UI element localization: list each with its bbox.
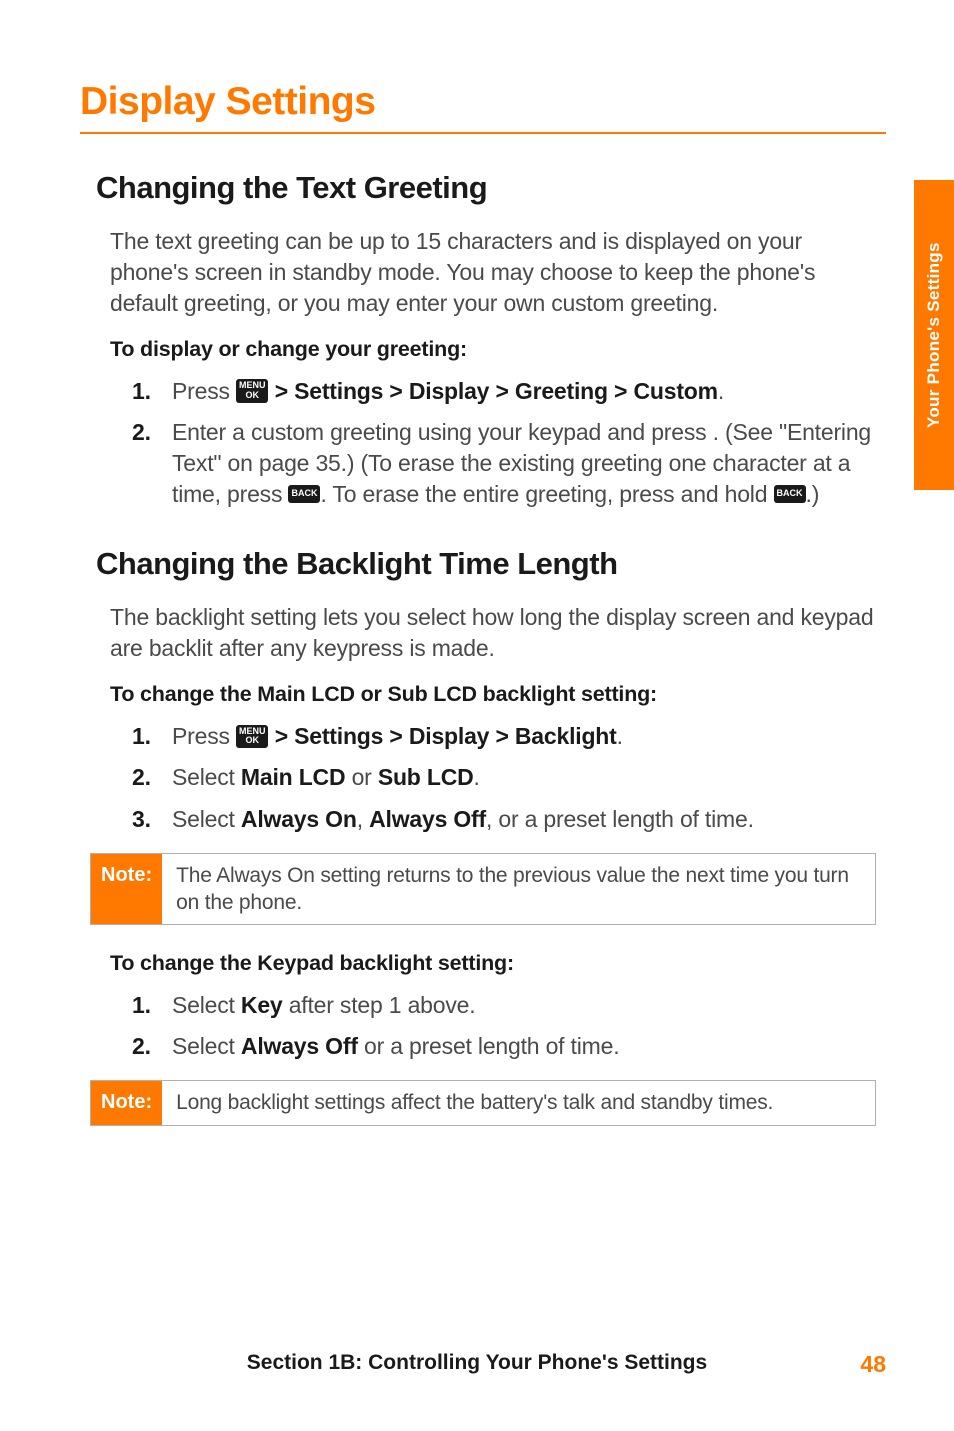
step-text: Press: [172, 723, 236, 749]
page-footer: Section 1B: Controlling Your Phone's Set…: [0, 1351, 954, 1375]
step-post: .: [718, 378, 724, 404]
step-2: 2. Select Main LCD or Sub LCD.: [132, 762, 886, 793]
step-bold: Always Off: [241, 1033, 358, 1059]
lead-greeting: To display or change your greeting:: [110, 337, 886, 362]
steps-lcd: 1. Press MENUOK > Settings > Display > B…: [80, 721, 886, 834]
note-always-on: Note: The Always On setting returns to t…: [90, 853, 876, 926]
intro-text-greeting: The text greeting can be up to 15 charac…: [110, 226, 886, 319]
step-1: 1. Select Key after step 1 above.: [132, 990, 886, 1021]
note-label: Note:: [91, 854, 162, 925]
step-num: 1.: [132, 990, 151, 1021]
step-post: , or a preset length of time.: [486, 806, 754, 832]
page-content: Display Settings Changing the Text Greet…: [0, 0, 954, 1126]
note-label: Note:: [91, 1081, 162, 1124]
step-post: after step 1 above.: [283, 992, 476, 1018]
step-bold: Key: [241, 992, 283, 1018]
step-num: 1.: [132, 721, 151, 752]
menu-ok-icon: MENUOK: [236, 725, 269, 748]
menu-ok-icon: MENUOK: [236, 379, 269, 402]
back-icon: BACK: [774, 485, 806, 502]
step-1: 1. Press MENUOK > Settings > Display > B…: [132, 721, 886, 752]
step-bold: > Settings > Display > Backlight: [275, 723, 617, 749]
note-text: The Always On setting returns to the pre…: [162, 854, 875, 925]
step-text: Select: [172, 806, 241, 832]
steps-greeting: 1. Press MENUOK > Settings > Display > G…: [80, 376, 886, 510]
step-post: or a preset length of time.: [358, 1033, 620, 1059]
step-num: 2.: [132, 1031, 151, 1062]
back-icon: BACK: [288, 485, 320, 502]
step-num: 2.: [132, 417, 151, 448]
step-num: 1.: [132, 376, 151, 407]
step-3: 3. Select Always On, Always Off, or a pr…: [132, 804, 886, 835]
step-bold2: Always Off: [369, 806, 486, 832]
step-1: 1. Press MENUOK > Settings > Display > G…: [132, 376, 886, 407]
step-text: Press: [172, 378, 236, 404]
page-number: 48: [860, 1351, 886, 1378]
lead-lcd: To change the Main LCD or Sub LCD backli…: [110, 682, 886, 707]
note-text: Long backlight settings affect the batte…: [162, 1081, 875, 1124]
step-text-b: . To erase the entire greeting, press an…: [320, 481, 773, 507]
step-num: 3.: [132, 804, 151, 835]
step-2: 2. Enter a custom greeting using your ke…: [132, 417, 886, 510]
step-2: 2. Select Always Off or a preset length …: [132, 1031, 886, 1062]
heading-backlight: Changing the Backlight Time Length: [96, 546, 886, 582]
heading-text-greeting: Changing the Text Greeting: [96, 170, 886, 206]
step-mid: or: [345, 764, 377, 790]
step-bold: Always On: [241, 806, 357, 832]
step-bold: Main LCD: [241, 764, 345, 790]
steps-keypad: 1. Select Key after step 1 above. 2. Sel…: [80, 990, 886, 1062]
step-text: Select: [172, 992, 241, 1018]
step-post: .: [474, 764, 480, 790]
footer-section: Section 1B: Controlling Your Phone's Set…: [247, 1351, 707, 1374]
step-num: 2.: [132, 762, 151, 793]
step-text-c: .): [806, 481, 820, 507]
lead-keypad: To change the Keypad backlight setting:: [110, 951, 886, 976]
step-post: .: [617, 723, 623, 749]
note-battery: Note: Long backlight settings affect the…: [90, 1080, 876, 1125]
step-bold: > Settings > Display > Greeting > Custom: [275, 378, 718, 404]
step-text: Select: [172, 1033, 241, 1059]
step-bold2: Sub LCD: [378, 764, 474, 790]
step-c1: ,: [357, 806, 369, 832]
page-title: Display Settings: [80, 80, 886, 134]
step-text: Select: [172, 764, 241, 790]
intro-backlight: The backlight setting lets you select ho…: [110, 602, 886, 664]
